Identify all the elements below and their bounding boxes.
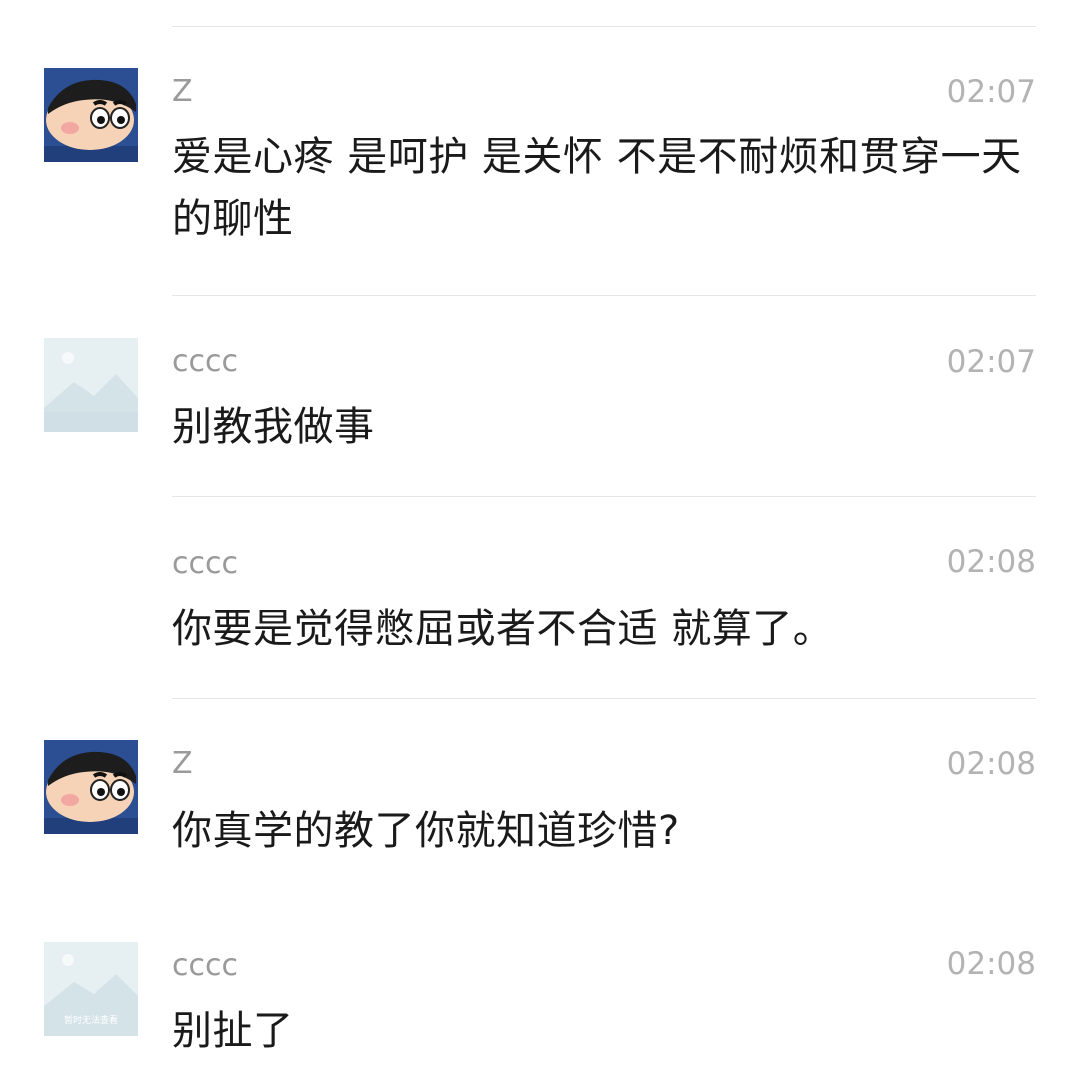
divider bbox=[172, 26, 1036, 27]
sender-name[interactable]: cccc bbox=[172, 546, 238, 582]
message-text: 爱是心疼 是呵护 是关怀 不是不耐烦和贯穿一天的聊性 bbox=[172, 134, 1022, 242]
divider bbox=[172, 698, 1036, 699]
timestamp: 02:07 bbox=[946, 74, 1036, 110]
comment-list: Z 02:07 爱是心疼 是呵护 是关怀 不是不耐烦和贯穿一天的聊性 cccc … bbox=[0, 0, 1080, 1080]
image-placeholder-icon bbox=[44, 338, 138, 432]
divider bbox=[172, 496, 1036, 497]
message-text: 你要是觉得憋屈或者不合适 就算了。 bbox=[172, 606, 834, 652]
message-text: 别教我做事 bbox=[172, 404, 375, 450]
timestamp: 02:08 bbox=[946, 746, 1036, 782]
cartoon-boy-icon bbox=[44, 68, 138, 162]
avatar[interactable] bbox=[44, 740, 138, 834]
avatar[interactable]: 暂时无法查看 bbox=[44, 942, 138, 1036]
sender-name[interactable]: cccc bbox=[172, 948, 238, 984]
sender-name[interactable]: cccc bbox=[172, 344, 238, 380]
sender-name[interactable]: Z bbox=[172, 74, 193, 110]
avatar-caption: 暂时无法查看 bbox=[63, 1016, 118, 1026]
timestamp: 02:07 bbox=[946, 344, 1036, 380]
cartoon-boy-icon bbox=[44, 740, 138, 834]
avatar[interactable] bbox=[44, 68, 138, 162]
divider bbox=[172, 295, 1036, 296]
timestamp: 02:08 bbox=[946, 946, 1036, 982]
avatar[interactable] bbox=[44, 338, 138, 432]
message-text: 别扯了 bbox=[172, 1008, 294, 1054]
sender-name[interactable]: Z bbox=[172, 746, 193, 782]
message-text: 你真学的教了你就知道珍惜? bbox=[172, 808, 680, 854]
timestamp: 02:08 bbox=[946, 544, 1036, 580]
